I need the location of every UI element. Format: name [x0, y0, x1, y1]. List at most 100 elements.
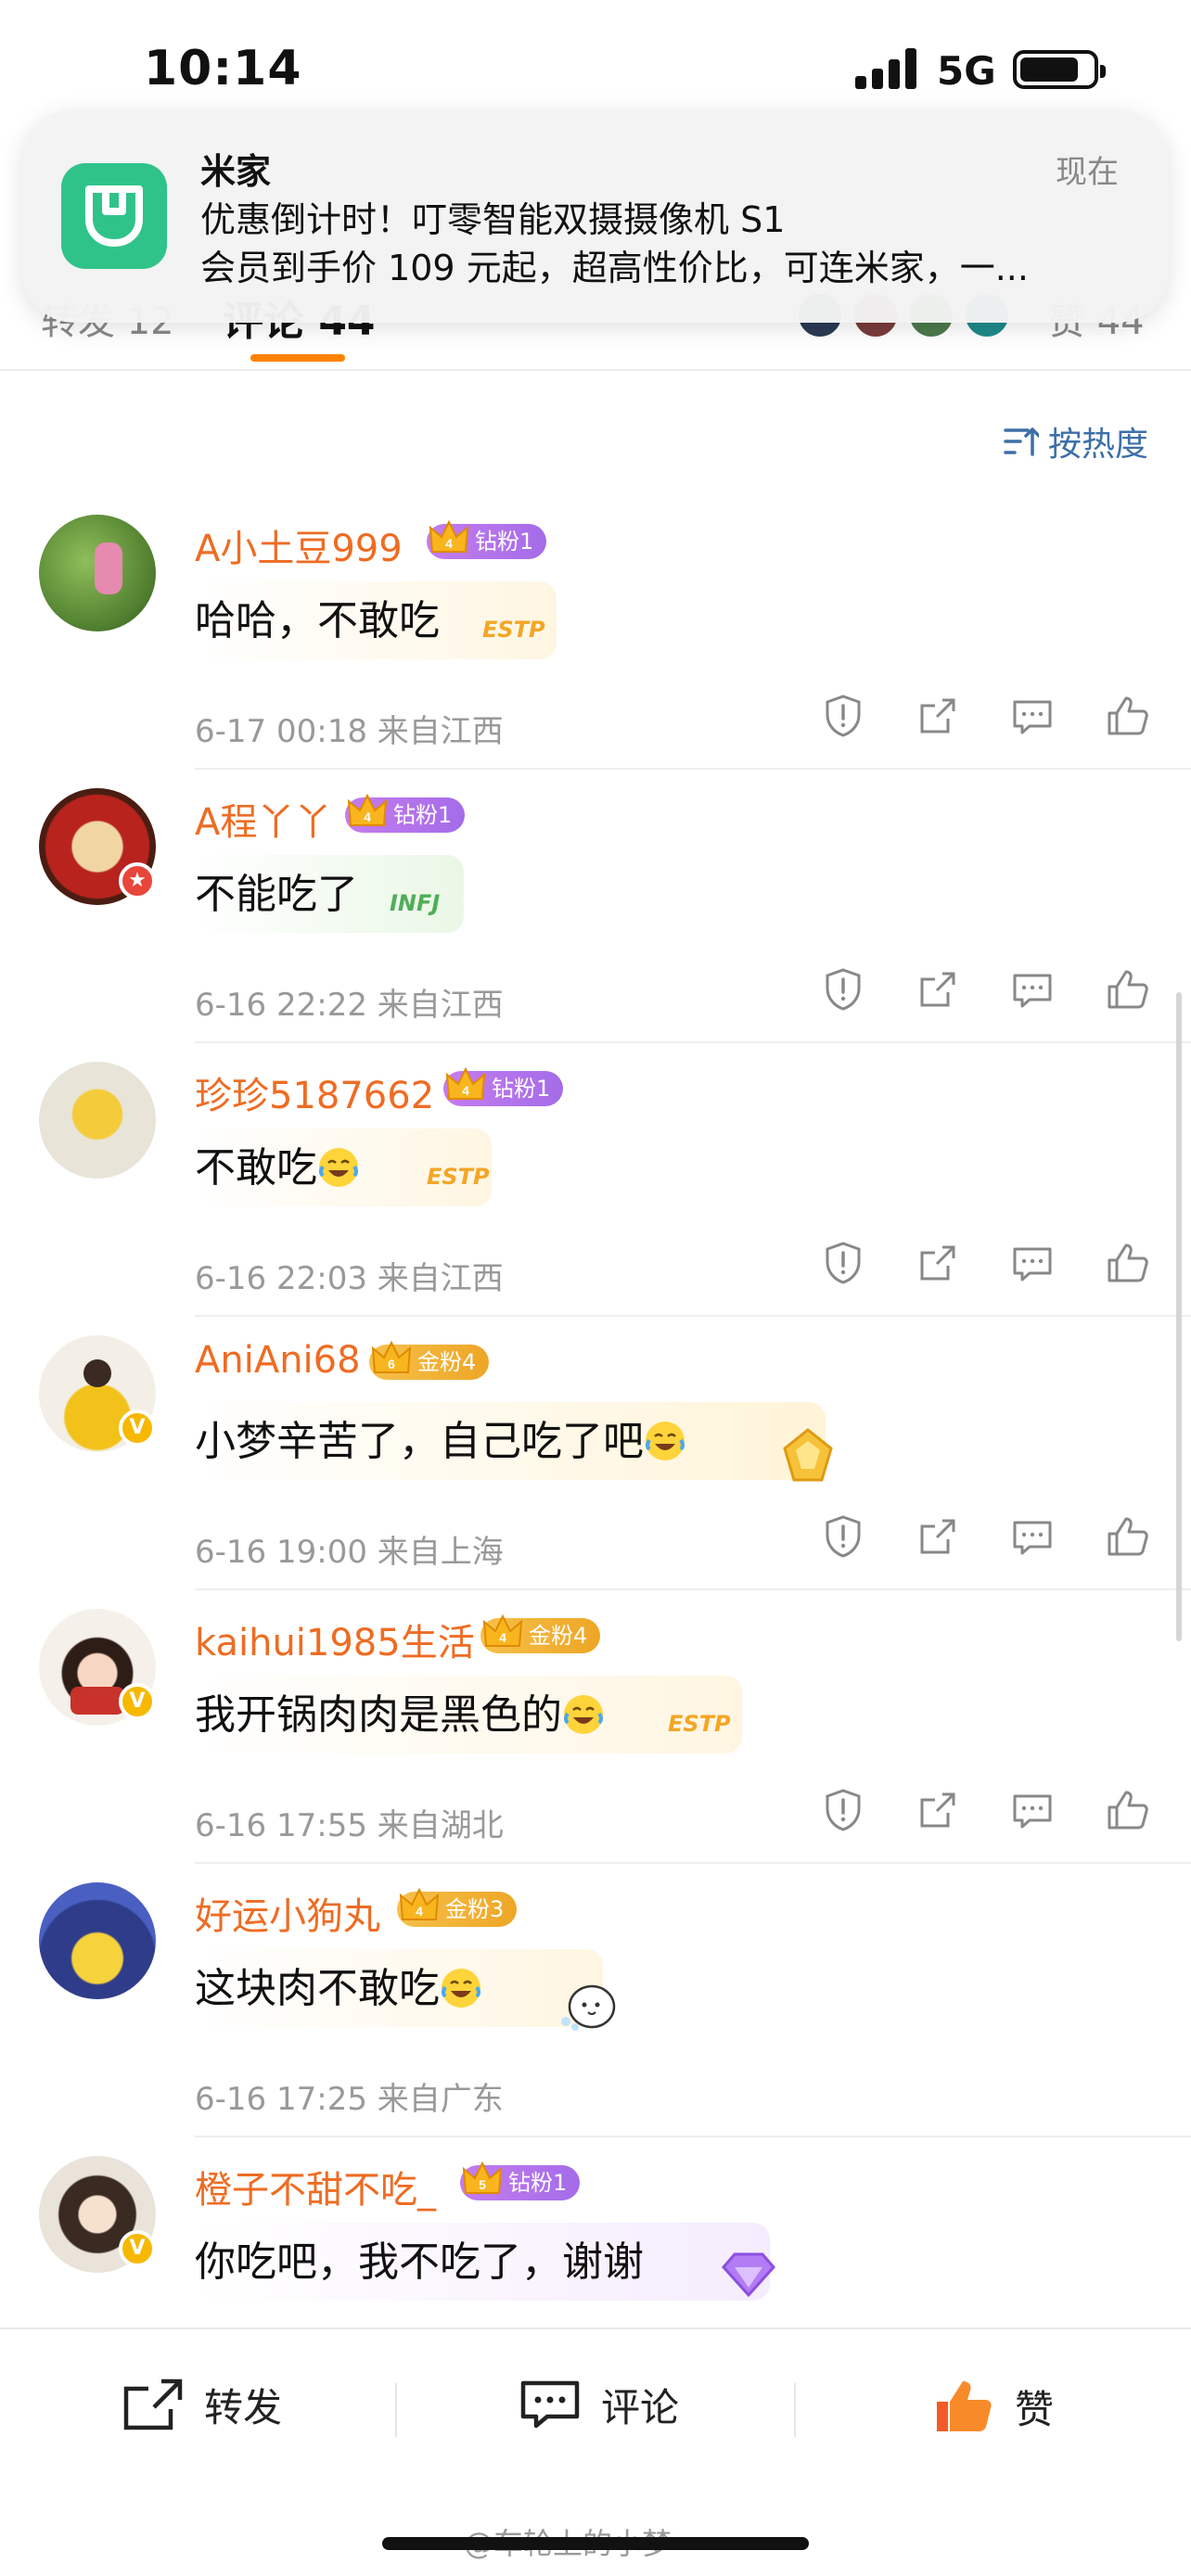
- sort-by-hot-button[interactable]: 按热度: [1002, 417, 1148, 465]
- comment-location: 来自江西: [377, 713, 504, 750]
- reply-icon[interactable]: [1009, 1240, 1056, 1286]
- svg-text:4: 4: [364, 810, 371, 824]
- repost-label: 转发: [204, 2384, 283, 2430]
- push-notification[interactable]: 米家 现在 优惠倒计时！叮零智能双摄摄像机 S1 会员到手价 109 元起，超高…: [22, 109, 1169, 323]
- comment-item[interactable]: A小土豆999 4 钻粉1 哈哈，不敢吃 ESTP 6-17 00:18 来自江…: [0, 496, 1191, 771]
- share-icon[interactable]: [915, 1787, 961, 1833]
- report-shield-icon[interactable]: [820, 1513, 866, 1560]
- verified-badge: V: [119, 1409, 156, 1447]
- crown-icon: 6: [371, 1340, 412, 1373]
- avatar[interactable]: [39, 1882, 156, 1999]
- fan-badge: 4 金粉3: [397, 1887, 518, 1927]
- comment-button[interactable]: 评论: [518, 2376, 679, 2433]
- like-icon[interactable]: [1104, 1787, 1150, 1833]
- laughing-tears-emoji: [646, 1422, 685, 1460]
- report-shield-icon[interactable]: [820, 1787, 866, 1833]
- network-type: 5G: [937, 48, 996, 94]
- svg-text:6: 6: [388, 1357, 395, 1371]
- crown-icon: 4: [347, 793, 388, 826]
- comment-meta: 6-16 17:25 来自广东: [195, 2073, 504, 2119]
- report-shield-icon[interactable]: [820, 1240, 866, 1286]
- mbti-sticker: ESTP: [482, 617, 545, 643]
- laughing-tears-emoji: [564, 1695, 603, 1734]
- comment-meta: 6-16 19:00 来自上海: [195, 1526, 504, 1572]
- avatar[interactable]: [39, 1062, 156, 1179]
- reply-icon[interactable]: [1009, 1513, 1056, 1560]
- like-button[interactable]: 赞: [931, 2376, 1054, 2437]
- reply-icon[interactable]: [1009, 693, 1056, 739]
- comment-username[interactable]: 珍珍5187662: [195, 1065, 434, 1119]
- comment-item[interactable]: ★ A程丫丫 4 钻粉1 不能吃了 INFJ 6-16 22:22 来自江西: [0, 770, 1191, 1044]
- fan-badge-label: 钻粉1: [475, 529, 534, 555]
- gold-gem-sticker: [783, 1428, 833, 1482]
- comment-username[interactable]: A程丫丫: [195, 792, 331, 846]
- comment-text: 不敢吃: [195, 1134, 360, 1193]
- fan-badge-label: 钻粉1: [393, 802, 453, 828]
- purple-gem-sticker: [722, 2252, 775, 2298]
- like-icon[interactable]: [1104, 966, 1150, 1013]
- like-icon[interactable]: [1104, 693, 1150, 739]
- comment-username[interactable]: 好运小狗丸: [195, 1886, 380, 1940]
- like-icon[interactable]: [1104, 1513, 1150, 1560]
- tab-active-indicator: [250, 354, 345, 362]
- fan-badge: 4 钻粉1: [345, 793, 466, 833]
- comment-date: 6-16 19:00: [195, 1534, 367, 1571]
- notification-app-name: 米家: [200, 151, 272, 192]
- comment-meta: 6-16 17:55 来自湖北: [195, 1800, 504, 1845]
- report-shield-icon[interactable]: [820, 966, 866, 1013]
- repost-icon: [123, 2378, 183, 2430]
- reply-icon[interactable]: [1009, 1787, 1056, 1833]
- comment-item[interactable]: 好运小狗丸 4 金粉3 这块肉不敢吃 6-16 17:25 来自广东: [0, 1864, 1191, 2138]
- avatar[interactable]: [39, 515, 156, 631]
- separator: [395, 2383, 397, 2437]
- share-icon[interactable]: [915, 1513, 961, 1560]
- reply-icon[interactable]: [1009, 966, 1056, 1013]
- comment-location: 来自广东: [377, 2081, 504, 2118]
- comment-meta: 6-16 22:22 来自江西: [195, 979, 504, 1025]
- mijia-app-icon: [61, 163, 167, 269]
- comment-date: 6-17 00:18: [195, 713, 367, 750]
- fan-badge-label: 金粉4: [529, 1623, 588, 1649]
- repost-button[interactable]: 转发: [121, 2376, 282, 2433]
- svg-text:4: 4: [445, 536, 453, 551]
- cellular-signal-icon: [855, 48, 920, 89]
- fan-badge-label: 钻粉1: [492, 1076, 551, 1102]
- comment-date: 6-16 17:55: [195, 1807, 367, 1844]
- scrollbar[interactable]: [1176, 992, 1182, 1641]
- verified-badge: ★: [119, 862, 156, 899]
- comment-item[interactable]: V AniAni68 6 金粉4 小梦辛苦了，自己吃了吧 6-16 19:00 …: [0, 1317, 1191, 1591]
- share-icon[interactable]: [915, 966, 961, 1013]
- share-icon[interactable]: [915, 1240, 961, 1286]
- cartoon-sticker: [561, 1984, 616, 2031]
- comment-username[interactable]: AniAni68: [195, 1339, 361, 1382]
- home-indicator[interactable]: [382, 2537, 809, 2550]
- comment-username[interactable]: kaihui1985生活: [195, 1613, 475, 1666]
- fan-badge: 4 钻粉1: [427, 519, 547, 559]
- crown-icon: 5: [462, 2161, 503, 2194]
- laughing-tears-emoji: [319, 1148, 358, 1187]
- crown-icon: 4: [429, 519, 469, 553]
- laughing-tears-emoji: [442, 1969, 480, 2008]
- crown-icon: 4: [399, 1887, 440, 1920]
- comment-location: 来自江西: [377, 987, 504, 1024]
- verified-badge: V: [119, 1683, 156, 1720]
- notification-title: 优惠倒计时！叮零智能双摄摄像机 S1: [200, 199, 786, 240]
- comment-location: 来自江西: [377, 1260, 504, 1297]
- svg-text:5: 5: [479, 2177, 486, 2192]
- sort-label: 按热度: [1047, 426, 1148, 464]
- notification-body: 会员到手价 109 元起，超高性价比，可连米家，一...: [200, 248, 1029, 288]
- report-shield-icon[interactable]: [820, 693, 866, 739]
- like-icon[interactable]: [1104, 1240, 1150, 1286]
- verified-badge: V: [119, 2230, 156, 2267]
- comment-item[interactable]: 珍珍5187662 4 钻粉1 不敢吃 ESTP 6-16 22:03 来自江西: [0, 1043, 1191, 1318]
- comment-item[interactable]: V kaihui1985生活 4 金粉4 我开锅肉肉是黑色的 ESTP 6-16…: [0, 1590, 1191, 1865]
- comment-meta: 6-16 22:03 来自江西: [195, 1253, 504, 1298]
- comment-date: 6-16 22:22: [195, 987, 367, 1024]
- share-icon[interactable]: [915, 693, 961, 739]
- status-time: 10:14: [144, 41, 302, 96]
- comment-username[interactable]: A小土豆999: [195, 518, 403, 572]
- mbti-sticker: ESTP: [427, 1164, 490, 1190]
- liked-thumb-icon: [937, 2381, 992, 2431]
- fan-badge-label: 金粉3: [445, 1896, 505, 1922]
- comment-username[interactable]: 橙子不甜不吃_: [195, 2160, 436, 2213]
